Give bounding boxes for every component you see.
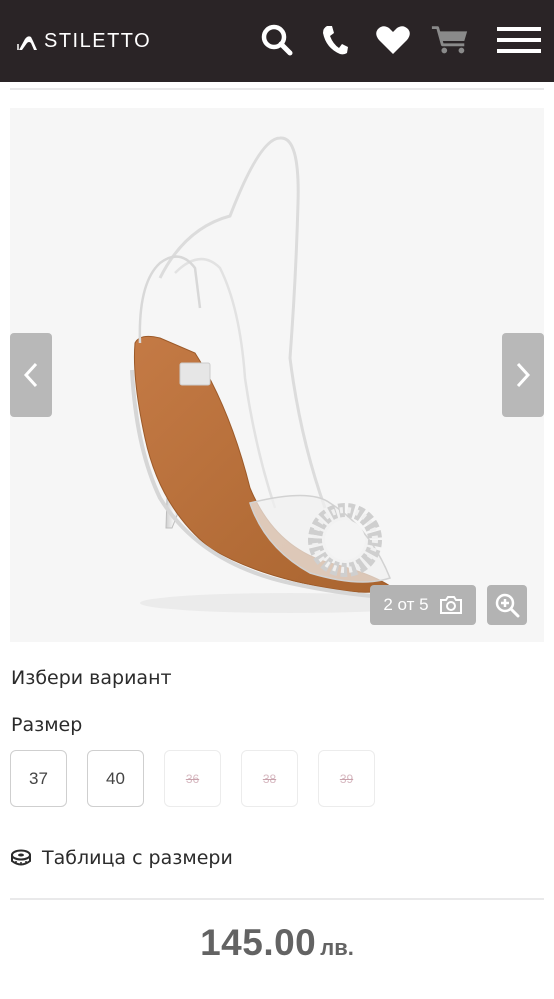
site-header: STILETTO (0, 0, 554, 82)
size-label: Размер (11, 714, 83, 736)
search-icon (261, 24, 293, 56)
brand-name: STILETTO (44, 29, 152, 52)
cart-button[interactable] (430, 20, 470, 60)
product-image (130, 136, 440, 613)
product-gallery[interactable]: 2 от 5 (10, 108, 544, 642)
phone-icon (323, 26, 348, 55)
size-options: 37 40 36 38 39 (10, 750, 395, 807)
cart-icon (431, 26, 468, 54)
wishlist-button[interactable] (373, 20, 413, 60)
menu-button[interactable] (495, 20, 543, 60)
size-table-link[interactable]: Таблица с размери (10, 847, 233, 869)
chevron-right-icon (516, 362, 531, 388)
zoom-button[interactable] (487, 585, 527, 625)
price-currency: лв. (320, 935, 354, 960)
size-option[interactable]: 37 (10, 750, 67, 807)
price-amount: 145.00 (200, 922, 317, 963)
next-image-button[interactable] (502, 333, 544, 417)
menu-icon (497, 27, 541, 53)
divider (10, 898, 544, 900)
image-counter[interactable]: 2 от 5 (370, 585, 476, 625)
search-button[interactable] (257, 20, 297, 60)
divider (10, 88, 544, 90)
prev-image-button[interactable] (10, 333, 52, 417)
image-counter-text: 2 от 5 (383, 595, 429, 614)
chevron-left-icon (23, 362, 38, 388)
measuring-tape-icon (11, 849, 31, 866)
choose-variant-heading: Избери вариант (11, 667, 172, 689)
logo[interactable]: STILETTO (16, 28, 151, 54)
heart-icon (376, 26, 410, 54)
size-table-label: Таблица с размери (42, 847, 233, 869)
size-option-unavailable: 39 (318, 750, 375, 807)
stiletto-shoe-icon (17, 36, 37, 50)
size-option-unavailable: 36 (164, 750, 221, 807)
phone-button[interactable] (315, 20, 355, 60)
camera-icon (439, 596, 462, 614)
size-option[interactable]: 40 (87, 750, 144, 807)
size-option-unavailable: 38 (241, 750, 298, 807)
zoom-in-icon (495, 593, 520, 618)
product-price: 145.00 лв. (0, 922, 554, 964)
